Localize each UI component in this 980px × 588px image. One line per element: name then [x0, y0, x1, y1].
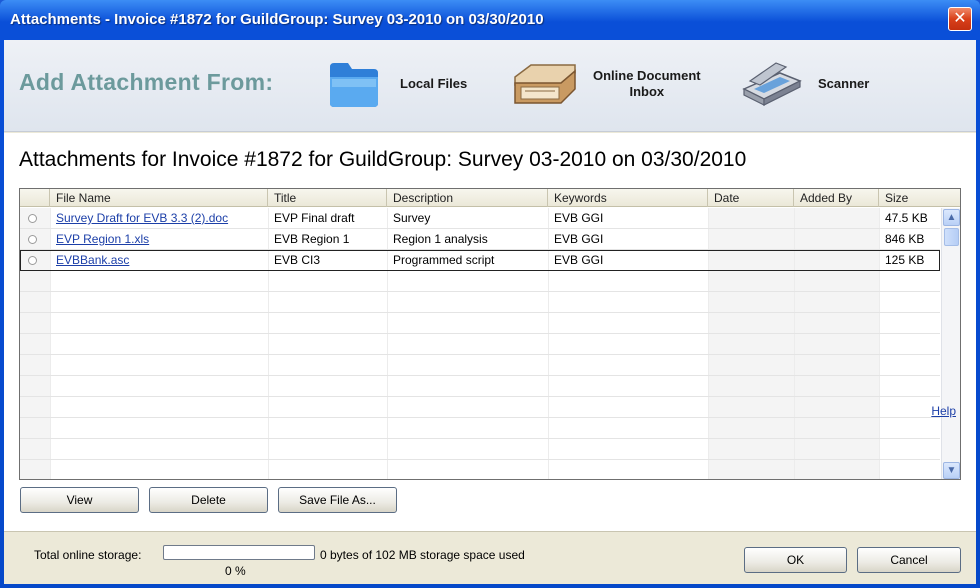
storage-progress-bar — [163, 545, 315, 560]
title-cell[interactable]: EVP Final draft — [268, 208, 387, 228]
add-attachment-heading: Add Attachment From: — [19, 69, 274, 95]
table-row[interactable]: Survey Draft for EVB 3.3 (2).doc EVP Fin… — [20, 208, 940, 229]
keywords-cell[interactable]: EVB GGI — [548, 229, 708, 249]
cancel-button[interactable]: Cancel — [857, 547, 961, 573]
column-header-date[interactable]: Date — [708, 189, 794, 207]
column-header-description[interactable]: Description — [387, 189, 548, 207]
added-by-cell — [794, 208, 879, 228]
online-document-label: Online Document — [593, 68, 701, 83]
folder-icon — [330, 63, 378, 107]
file-name-link[interactable]: Survey Draft for EVB 3.3 (2).doc — [50, 208, 268, 228]
date-cell — [708, 208, 794, 228]
empty-row — [20, 439, 940, 460]
attachments-window: Attachments - Invoice #1872 for GuildGro… — [0, 0, 980, 588]
column-header-file-name[interactable]: File Name — [50, 189, 268, 207]
row-select-radio[interactable] — [28, 256, 37, 265]
size-cell: 846 KB — [885, 232, 925, 246]
chevron-down-icon: ▼ — [946, 465, 957, 476]
table-header: File Name Title Description Keywords Dat… — [20, 189, 960, 207]
description-cell[interactable]: Programmed script — [387, 250, 548, 270]
column-header-keywords[interactable]: Keywords — [548, 189, 708, 207]
date-cell — [708, 250, 794, 270]
delete-button[interactable]: Delete — [149, 487, 268, 513]
inbox-label: Inbox — [629, 84, 665, 99]
save-file-as-button[interactable]: Save File As... — [278, 487, 397, 513]
storage-percent: 0 % — [225, 564, 246, 578]
add-attachment-source-bar: Add Attachment From: Local Files Online … — [4, 40, 976, 132]
title-cell[interactable]: EVB Region 1 — [268, 229, 387, 249]
added-by-cell — [794, 250, 879, 270]
window-title: Attachments - Invoice #1872 for GuildGro… — [10, 11, 544, 28]
vertical-scrollbar[interactable]: ▲ ▼ — [941, 208, 960, 479]
date-cell — [708, 229, 794, 249]
keywords-cell[interactable]: EVB GGI — [548, 208, 708, 228]
table-row-selected[interactable]: EVBBank.asc EVB CI3 Programmed script EV… — [20, 250, 940, 271]
attachments-panel: Attachments for Invoice #1872 for GuildG… — [4, 133, 976, 531]
empty-row — [20, 355, 940, 376]
empty-row — [20, 292, 940, 313]
added-by-cell — [794, 229, 879, 249]
empty-row — [20, 397, 940, 418]
empty-row — [20, 460, 940, 479]
view-button[interactable]: View — [20, 487, 139, 513]
empty-row — [20, 376, 940, 397]
empty-row — [20, 313, 940, 334]
empty-row — [20, 271, 940, 292]
empty-row — [20, 418, 940, 439]
scroll-thumb[interactable] — [944, 228, 959, 246]
close-icon: ✕ — [953, 10, 967, 27]
file-name-link[interactable]: EVBBank.asc — [50, 250, 268, 270]
footer-divider — [4, 531, 976, 532]
chevron-up-icon: ▲ — [946, 212, 957, 223]
scroll-down-button[interactable]: ▼ — [943, 462, 960, 479]
table-row[interactable]: EVP Region 1.xls EVB Region 1 Region 1 a… — [20, 229, 940, 250]
scanner-icon — [742, 62, 802, 106]
online-document-inbox-option[interactable]: Online Document Inbox — [509, 54, 701, 114]
title-cell[interactable]: EVB CI3 — [268, 250, 387, 270]
help-link[interactable]: Help — [931, 404, 956, 418]
title-bar[interactable]: Attachments - Invoice #1872 for GuildGro… — [4, 0, 976, 40]
storage-label: Total online storage: — [34, 548, 142, 562]
scanner-label: Scanner — [818, 76, 870, 91]
attachments-table: File Name Title Description Keywords Dat… — [19, 188, 961, 480]
storage-usage-text: 0 bytes of 102 MB storage space used — [320, 548, 525, 562]
dialog-body: Add Attachment From: Local Files Online … — [4, 40, 976, 584]
size-cell: 125 KB — [885, 253, 925, 267]
column-header-added-by[interactable]: Added By — [794, 189, 879, 207]
ok-button[interactable]: OK — [744, 547, 847, 573]
column-header-select — [20, 189, 50, 207]
keywords-cell[interactable]: EVB GGI — [548, 250, 708, 270]
column-header-size[interactable]: Size — [879, 189, 960, 207]
close-button[interactable]: ✕ — [948, 7, 972, 31]
row-select-radio[interactable] — [28, 235, 37, 244]
page-title: Attachments for Invoice #1872 for GuildG… — [19, 148, 747, 171]
empty-row — [20, 334, 940, 355]
description-cell[interactable]: Survey — [387, 208, 548, 228]
file-name-link[interactable]: EVP Region 1.xls — [50, 229, 268, 249]
local-files-option[interactable]: Local Files — [326, 54, 467, 114]
table-body: Survey Draft for EVB 3.3 (2).doc EVP Fin… — [20, 208, 940, 479]
description-cell[interactable]: Region 1 analysis — [387, 229, 548, 249]
scanner-option[interactable]: Scanner — [740, 54, 869, 114]
column-header-title[interactable]: Title — [268, 189, 387, 207]
local-files-label: Local Files — [400, 76, 468, 91]
size-cell: 47.5 KB — [885, 211, 928, 225]
scroll-up-button[interactable]: ▲ — [943, 209, 960, 226]
inbox-tray-icon — [514, 64, 576, 104]
row-select-radio[interactable] — [28, 214, 37, 223]
